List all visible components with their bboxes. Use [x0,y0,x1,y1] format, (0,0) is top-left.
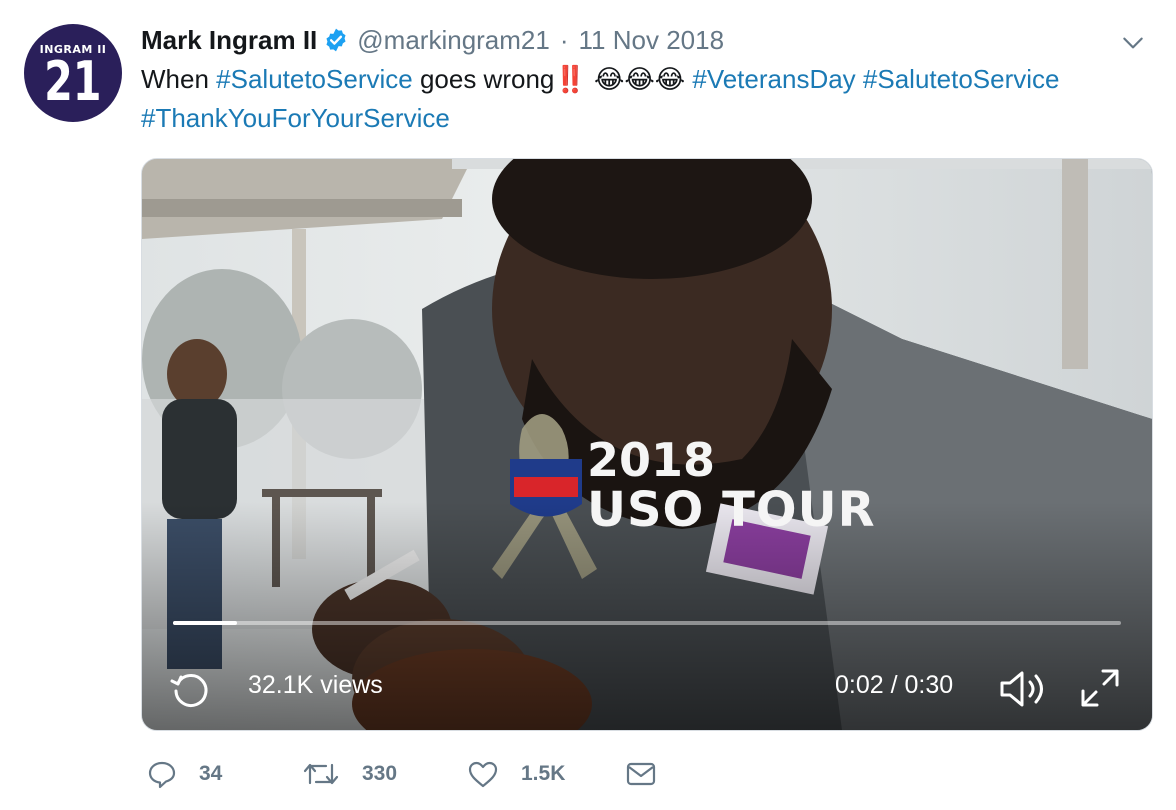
envelope-icon [626,762,656,786]
verified-badge-icon [323,27,349,53]
video-controls: 32.1K views 0:02 / 0:30 [142,659,1152,715]
hashtag-link[interactable]: #VeteransDay [692,64,855,94]
direct-message-button[interactable] [625,752,679,796]
video-progress-bar[interactable] [173,621,1121,625]
retweet-icon [303,763,339,785]
reply-button[interactable]: 34 [147,752,222,796]
heart-icon [468,761,498,788]
like-button[interactable]: 1.5K [467,752,565,796]
laughing-emoji: 😂😂😂 [593,64,686,94]
avatar-jersey-number: 21 [44,49,102,113]
header-separator: · [559,24,569,55]
overlay-tour-title: USO TOUR [587,482,876,538]
double-exclamation-emoji: ‼️ [554,64,587,94]
tweet-actions: 34 330 1.5K [141,752,1141,796]
hashtag-link[interactable]: #ThankYouForYourService [141,103,450,133]
tweet-text: When #SalutetoService goes wrong‼️ 😂😂😂 #… [141,60,1161,138]
reply-count: 34 [199,762,223,785]
chevron-down-icon[interactable] [1120,30,1146,56]
video-progress-fill [173,621,238,625]
text-segment: goes wrong [412,64,555,94]
overlay-year: 2018 [587,433,716,487]
text-segment: When [141,64,217,94]
hashtag-link[interactable]: #SalutetoService [216,64,413,94]
video-player[interactable]: 2018 USO TOUR 32.1K views 0:02 / 0:30 [141,158,1153,731]
hashtag-link[interactable]: #SalutetoService [863,64,1060,94]
video-time: 0:02 / 0:30 [835,671,954,699]
fullscreen-icon[interactable] [1077,665,1123,711]
retweet-count: 330 [362,762,398,785]
retweet-button[interactable]: 330 [302,752,397,796]
author-handle[interactable]: @markingram21 [357,25,550,56]
video-overlay-title: 2018 USO TOUR [587,435,876,535]
replay-icon[interactable] [168,667,212,711]
reply-icon [148,761,176,789]
tweet-header: Mark Ingram II @markingram21 · 11 Nov 20… [141,22,724,58]
like-count: 1.5K [521,762,566,785]
volume-icon[interactable] [998,667,1052,711]
tweet-date[interactable]: 11 Nov 2018 [579,25,725,56]
author-avatar[interactable]: INGRAM II 21 [24,24,122,122]
view-count: 32.1K views [248,671,383,699]
author-name[interactable]: Mark Ingram II [141,25,317,56]
